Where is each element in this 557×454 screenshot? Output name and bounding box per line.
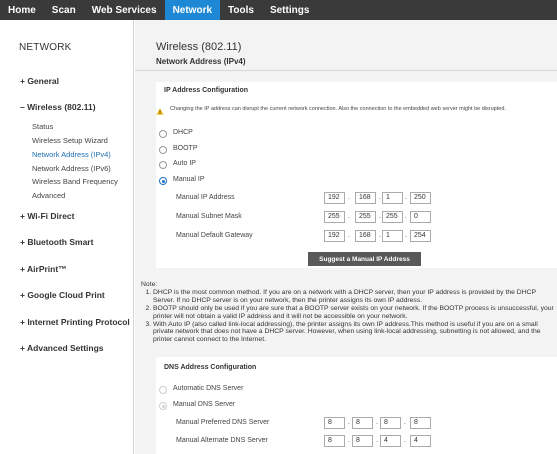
radio-manual-ip-label: Manual IP [173,176,205,183]
sidebar: NETWORK + General – Wireless (802.11) St… [0,20,134,454]
alternate-dns-label: Manual Alternate DNS Server [176,437,268,444]
page-subtitle: Network Address (IPv4) [156,57,246,66]
sidebar-subitem-network-address-ipv4[interactable]: Network Address (IPv4) [32,150,111,159]
note-item-auto-ip: With Auto IP (also called link-local add… [153,321,555,345]
radio-auto-ip-label: Auto IP [173,160,196,167]
note-item-bootp: BOOTP should only be used if you are sur… [153,305,555,321]
manual-ip-octet-1[interactable]: 192 [324,192,345,204]
gateway-octet-2[interactable]: 168 [355,230,376,242]
subnet-mask-octet-1[interactable]: 255 [324,211,345,223]
ip-method-note: Note: DHCP is the most common method. If… [141,281,555,344]
tab-home[interactable]: Home [0,0,44,20]
gateway-octet-4[interactable]: 254 [410,230,431,242]
preferred-dns-label: Manual Preferred DNS Server [176,419,270,426]
preferred-dns-octet-3[interactable]: 8 [380,417,401,429]
manual-subnet-mask-label: Manual Subnet Mask [176,213,242,220]
octet-separator: . [376,437,378,444]
ip-config-header: IP Address Configuration [164,87,249,94]
octet-separator: . [348,194,350,201]
sidebar-item-wifi-direct[interactable]: + Wi-Fi Direct [20,211,74,221]
tab-tools[interactable]: Tools [220,0,262,20]
alternate-dns-octet-2[interactable]: 8 [352,435,373,447]
octet-separator: . [348,213,350,220]
sidebar-item-internet-printing-protocol[interactable]: + Internet Printing Protocol [20,317,130,327]
manual-ip-octet-3[interactable]: 1 [382,192,403,204]
warning-triangle-icon [156,108,164,115]
sidebar-item-bluetooth-smart[interactable]: + Bluetooth Smart [20,237,93,247]
sidebar-subitem-wireless-setup-wizard[interactable]: Wireless Setup Wizard [32,136,108,145]
gateway-octet-1[interactable]: 192 [324,230,345,242]
octet-separator: . [348,437,350,444]
sidebar-subitem-status[interactable]: Status [32,122,53,131]
radio-dhcp-label: DHCP [173,129,193,136]
dns-config-header: DNS Address Configuration [164,364,257,371]
tab-settings[interactable]: Settings [262,0,317,20]
subnet-mask-octet-4[interactable]: 0 [410,211,431,223]
sidebar-item-wireless[interactable]: – Wireless (802.11) [20,102,96,112]
radio-bootp-label: BOOTP [173,145,198,152]
radio-automatic-dns-label: Automatic DNS Server [173,385,244,392]
octet-separator: . [376,419,378,426]
alternate-dns-octet-1[interactable]: 8 [324,435,345,447]
gateway-octet-3[interactable]: 1 [382,230,403,242]
sidebar-item-general[interactable]: + General [20,76,59,86]
radio-bootp[interactable] [159,146,167,154]
tab-network[interactable]: Network [164,0,221,20]
manual-default-gateway-label: Manual Default Gateway [176,232,253,239]
octet-separator: . [405,232,407,239]
radio-automatic-dns[interactable] [159,386,167,394]
radio-auto-ip[interactable] [159,161,167,169]
manual-ip-address-label: Manual IP Address [176,194,235,201]
sidebar-subitem-advanced[interactable]: Advanced [32,191,65,200]
octet-separator: . [379,232,381,239]
octet-separator: . [405,194,407,201]
note-item-dhcp: DHCP is the most common method. If you a… [153,289,555,305]
octet-separator: . [404,419,406,426]
page-title: Wireless (802.11) [156,41,242,53]
top-navigation: Home Scan Web Services Network Tools Set… [0,0,557,20]
sidebar-subitem-wireless-band-frequency[interactable]: Wireless Band Frequency [32,177,118,186]
sidebar-item-advanced-settings[interactable]: + Advanced Settings [20,343,104,353]
ip-warning-text: Changing the IP address can disrupt the … [170,106,506,112]
sidebar-title: NETWORK [19,42,72,53]
preferred-dns-octet-2[interactable]: 8 [352,417,373,429]
radio-manual-dns[interactable] [159,402,167,410]
subnet-mask-octet-3[interactable]: 255 [382,211,403,223]
alternate-dns-octet-4[interactable]: 4 [410,435,431,447]
sidebar-item-airprint[interactable]: + AirPrint™ [20,264,67,274]
preferred-dns-octet-1[interactable]: 8 [324,417,345,429]
octet-separator: . [348,232,350,239]
octet-separator: . [379,213,381,220]
radio-manual-dns-label: Manual DNS Server [173,401,236,408]
radio-manual-ip[interactable] [159,177,167,185]
tab-web-services[interactable]: Web Services [84,0,165,20]
tab-scan[interactable]: Scan [44,0,84,20]
octet-separator: . [348,419,350,426]
radio-dhcp[interactable] [159,130,167,138]
note-title: Note: [141,281,158,288]
octet-separator: . [379,194,381,201]
alternate-dns-octet-3[interactable]: 4 [380,435,401,447]
manual-ip-octet-4[interactable]: 250 [410,192,431,204]
octet-separator: . [404,437,406,444]
preferred-dns-octet-4[interactable]: 8 [410,417,431,429]
suggest-manual-ip-button[interactable]: Suggest a Manual IP Address [308,252,421,266]
sidebar-subitem-network-address-ipv6[interactable]: Network Address (IPv6) [32,164,111,173]
sidebar-item-google-cloud-print[interactable]: + Google Cloud Print [20,290,105,300]
octet-separator: . [405,213,407,220]
manual-ip-octet-2[interactable]: 168 [355,192,376,204]
subnet-mask-octet-2[interactable]: 255 [355,211,376,223]
title-divider [135,70,557,71]
